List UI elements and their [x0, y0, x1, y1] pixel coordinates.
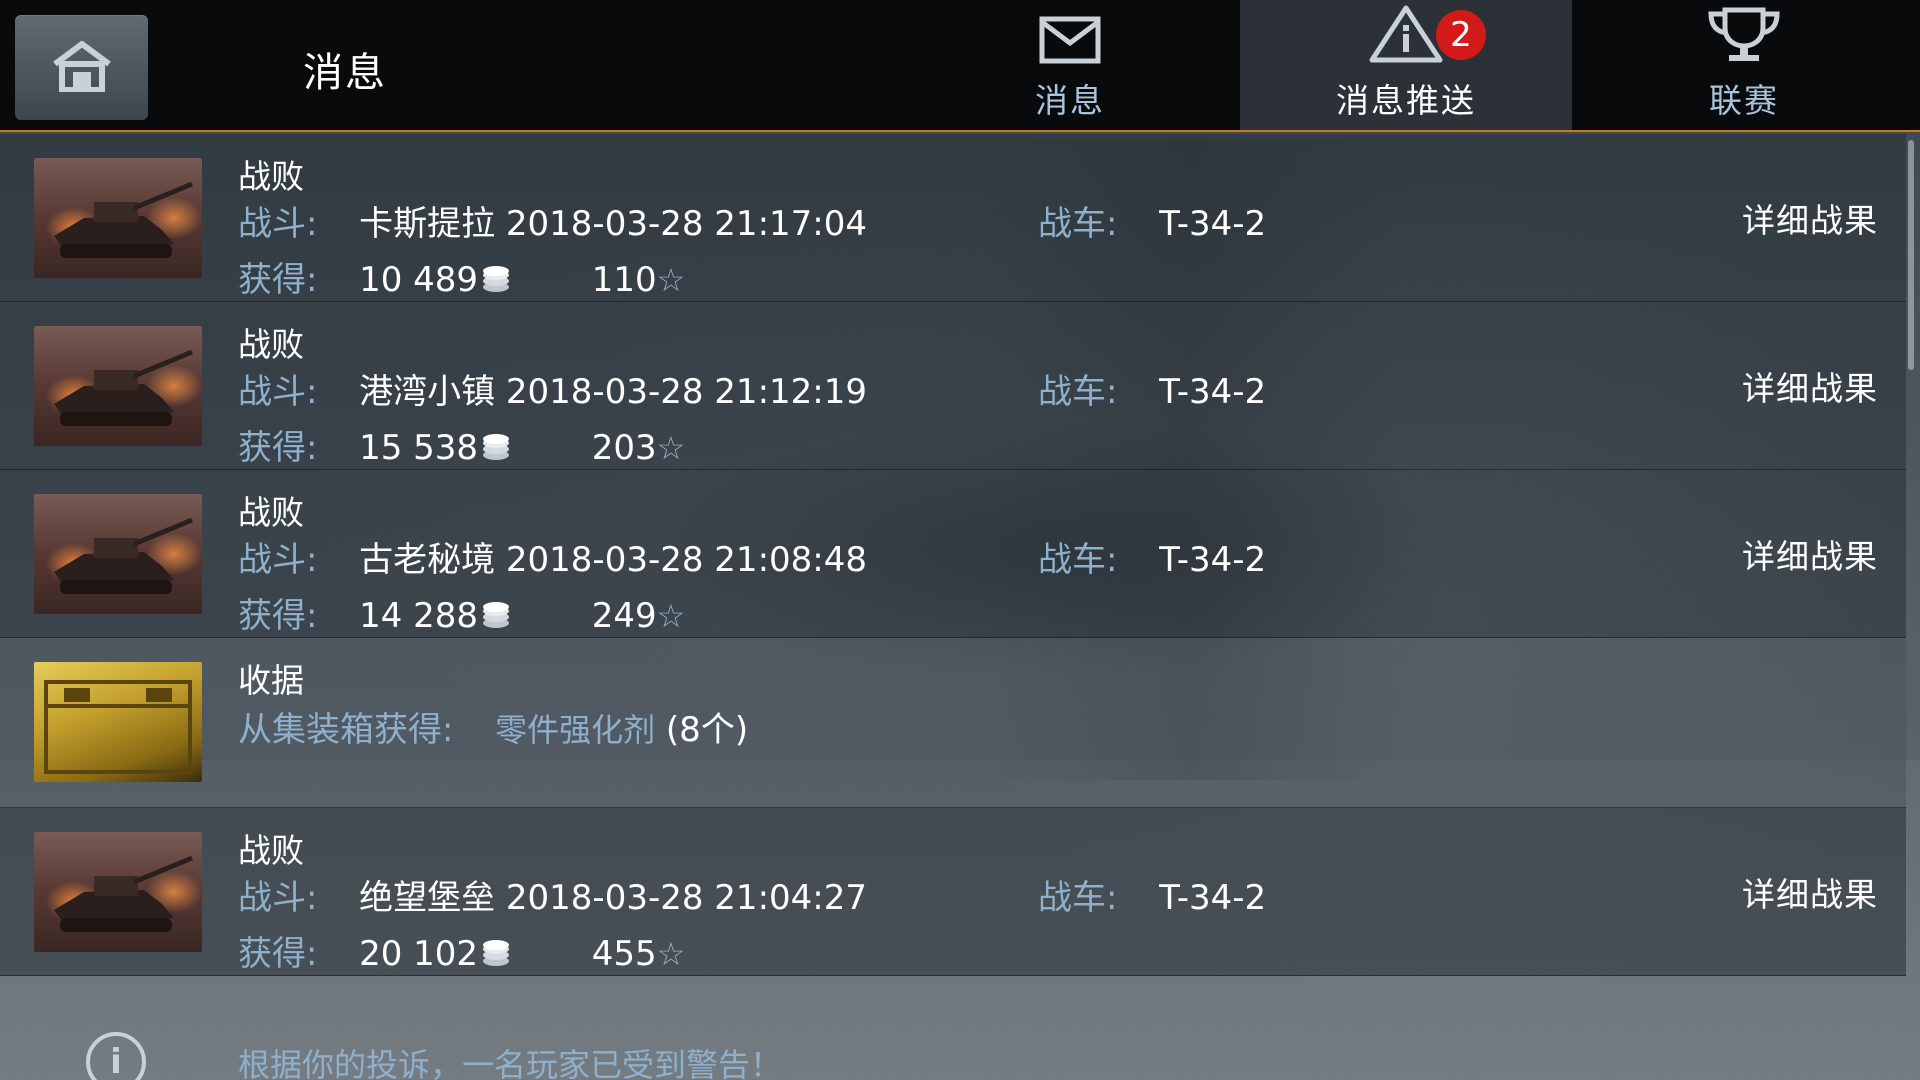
home-icon: [51, 40, 113, 96]
result-title: 战败: [238, 325, 304, 364]
battle-map-time: 港湾小镇 2018-03-28 21:12:19: [359, 372, 868, 412]
battle-info: 战斗: 古老秘境 2018-03-28 21:08:48: [238, 540, 868, 580]
earnings: 获得: 20 102 455☆: [238, 934, 686, 976]
silver-coin-icon: [480, 262, 512, 302]
silver-earned: 20 102: [359, 934, 479, 974]
message-list: 战败 战斗: 卡斯提拉 2018-03-28 21:17:04 战车: T-34…: [0, 134, 1906, 976]
earnings: 获得: 10 489 110☆: [238, 260, 686, 302]
xp-star-icon: ☆: [656, 935, 686, 973]
battle-thumbnail: [34, 158, 202, 278]
xp-star-icon: ☆: [656, 597, 686, 635]
container-thumbnail: [34, 662, 202, 782]
xp-star-icon: ☆: [656, 261, 686, 299]
page-title: 消息: [303, 50, 387, 96]
tank-name: T-34-2: [1159, 204, 1267, 244]
tank-info: 战车: T-34-2: [1038, 878, 1267, 918]
result-title: 战败: [238, 831, 304, 870]
tab-messages-label: 消息: [1035, 81, 1105, 120]
detailed-results-link[interactable]: 详细战果: [1742, 362, 1878, 410]
battle-info: 战斗: 绝望堡垒 2018-03-28 21:04:27: [238, 878, 868, 918]
detailed-results-link[interactable]: 详细战果: [1742, 530, 1878, 578]
list-scrollbar[interactable]: [1908, 140, 1914, 370]
battle-info: 战斗: 卡斯提拉 2018-03-28 21:17:04: [238, 204, 868, 244]
home-button[interactable]: [15, 15, 148, 120]
silver-earned: 10 489: [359, 260, 479, 300]
silver-coin-icon: [480, 936, 512, 976]
tank-name: T-34-2: [1159, 878, 1267, 918]
message-row[interactable]: 战败 战斗: 港湾小镇 2018-03-28 21:12:19 战车: T-34…: [0, 302, 1906, 470]
receipt-row[interactable]: 收据 从集装箱获得: 零件强化剂 (8个): [0, 638, 1906, 808]
tab-league-label: 联赛: [1709, 81, 1779, 120]
result-title: 战败: [238, 493, 304, 532]
xp-earned: 455: [591, 934, 657, 974]
silver-earned: 14 288: [359, 596, 479, 636]
xp-star-icon: ☆: [656, 429, 686, 467]
earnings: 获得: 14 288 249☆: [238, 596, 686, 638]
battle-info: 战斗: 港湾小镇 2018-03-28 21:12:19: [238, 372, 868, 412]
tab-push-label: 消息推送: [1336, 81, 1476, 120]
tank-info: 战车: T-34-2: [1038, 540, 1267, 580]
xp-earned: 110: [591, 260, 657, 300]
battle-map-time: 卡斯提拉 2018-03-28 21:17:04: [359, 204, 868, 244]
tab-messages[interactable]: 消息: [904, 0, 1236, 130]
message-row[interactable]: 战败 战斗: 古老秘境 2018-03-28 21:08:48 战车: T-34…: [0, 470, 1906, 638]
tab-push-notifications[interactable]: 消息推送: [1240, 0, 1572, 130]
message-row[interactable]: 战败 战斗: 卡斯提拉 2018-03-28 21:17:04 战车: T-34…: [0, 134, 1906, 302]
tank-name: T-34-2: [1159, 540, 1267, 580]
detailed-results-link[interactable]: 详细战果: [1742, 868, 1878, 916]
item-count: (8个): [665, 710, 749, 750]
silver-coin-icon: [480, 430, 512, 470]
battle-thumbnail: [34, 326, 202, 446]
result-title: 战败: [238, 157, 304, 196]
tank-info: 战车: T-34-2: [1038, 204, 1267, 244]
earnings: 获得: 15 538 203☆: [238, 428, 686, 470]
warning-icon: [1368, 4, 1444, 68]
envelope-icon: [1039, 16, 1101, 68]
top-bar: 消息 消息 消息推送 2 联赛: [0, 0, 1920, 132]
item-name: 零件强化剂: [495, 711, 656, 749]
xp-earned: 249: [591, 596, 657, 636]
receipt-info: 从集装箱获得: 零件强化剂 (8个): [238, 710, 749, 750]
battle-thumbnail: [34, 832, 202, 952]
tank-info: 战车: T-34-2: [1038, 372, 1267, 412]
battle-map-time: 古老秘境 2018-03-28 21:08:48: [359, 540, 868, 580]
silver-coin-icon: [480, 598, 512, 638]
message-row[interactable]: 战败 战斗: 绝望堡垒 2018-03-28 21:04:27 战车: T-34…: [0, 808, 1906, 976]
tank-name: T-34-2: [1159, 372, 1267, 412]
info-icon: i: [86, 1032, 146, 1080]
battle-map-time: 绝望堡垒 2018-03-28 21:04:27: [359, 878, 868, 918]
detailed-results-link[interactable]: 详细战果: [1742, 194, 1878, 242]
notification-count-badge: 2: [1436, 10, 1486, 60]
silver-earned: 15 538: [359, 428, 479, 468]
tab-league[interactable]: 联赛: [1578, 0, 1910, 130]
notice-row[interactable]: i 根据你的投诉，一名玩家已受到警告！: [0, 1010, 1906, 1080]
xp-earned: 203: [591, 428, 657, 468]
receipt-title: 收据: [238, 661, 304, 700]
notice-text: 根据你的投诉，一名玩家已受到警告！: [238, 1046, 783, 1080]
trophy-icon: [1705, 6, 1783, 68]
battle-thumbnail: [34, 494, 202, 614]
